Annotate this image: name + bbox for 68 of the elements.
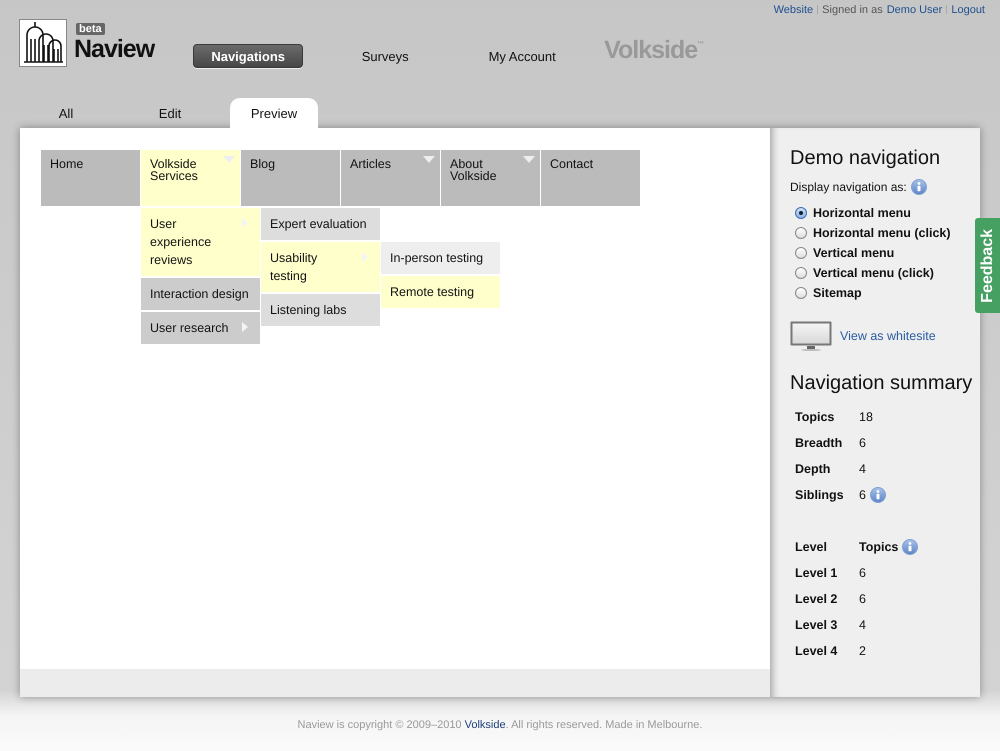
column-header: Topics [859, 539, 898, 556]
app-logo-text: Naview [74, 35, 154, 63]
header-link[interactable]: Website [774, 4, 814, 16]
caret-right-icon [242, 322, 248, 332]
stat-value: 4 [859, 461, 866, 478]
radio-button[interactable] [795, 267, 807, 279]
copyright-text: Naview is copyright © 2009–2010 Volkside. All rights reserved. Made in Melbourne. [298, 719, 702, 731]
table-cell-text: Level 4 [795, 643, 838, 660]
radio-button[interactable] [795, 287, 807, 299]
caret-right-icon [362, 252, 368, 262]
stat-value: 18 [859, 409, 873, 426]
header-link[interactable]: Logout [951, 4, 985, 16]
tab[interactable]: Edit [126, 98, 214, 128]
table-cell-text: 4 [859, 617, 866, 634]
menu-item[interactable]: Contact [541, 150, 640, 206]
table-cell-text: Level 2 [795, 591, 838, 608]
menu-item[interactable]: Articles [341, 150, 440, 206]
beta-badge: beta [76, 23, 105, 35]
radio-label: Vertical menu (click) [813, 266, 934, 280]
caret-down-icon [523, 156, 535, 163]
main-nav-button[interactable]: My Account [467, 44, 578, 68]
whitesite-link[interactable]: View as whitesite [840, 329, 936, 343]
radio-label: Vertical menu [813, 246, 894, 260]
menu-item[interactable]: In-person testing [381, 242, 500, 274]
table-cell-text: Level 3 [795, 617, 838, 634]
menu-item[interactable]: Expert evaluation [261, 208, 380, 240]
radio-button[interactable] [795, 247, 807, 259]
tab[interactable]: Preview [230, 98, 318, 128]
stat-label: Topics [795, 409, 834, 426]
stat-value: 6 [859, 487, 866, 504]
logo-icon [19, 19, 67, 67]
column-header: Level [795, 539, 827, 556]
menu-item[interactable]: Home [41, 150, 140, 206]
panel-heading: Navigation summary [790, 371, 974, 395]
menu-item[interactable]: Volkside Services [141, 150, 240, 206]
caret-right-icon [242, 218, 248, 228]
table-cell-text: Level 1 [795, 565, 838, 582]
table-cell-text: 6 [859, 565, 866, 582]
menu-item[interactable]: About Volkside [441, 150, 540, 206]
table-cell-text: 6 [859, 591, 866, 608]
menu-item[interactable]: Remote testing [381, 276, 500, 308]
menu-item[interactable]: Interaction design [141, 278, 260, 310]
radio-button[interactable] [795, 227, 807, 239]
main-nav-button[interactable]: Surveys [330, 44, 440, 68]
radio-label: Horizontal menu [813, 206, 911, 220]
stat-value: 6 [859, 435, 866, 452]
table-cell-text: 2 [859, 643, 866, 660]
radio-button[interactable] [795, 207, 807, 219]
radio-label: Horizontal menu (click) [813, 226, 951, 240]
stat-label: Depth [795, 461, 830, 478]
monitor-icon [790, 321, 832, 351]
menu-item[interactable]: User research [141, 312, 260, 344]
stat-label: Breadth [795, 435, 842, 452]
caret-down-icon [423, 156, 435, 163]
footer-link[interactable]: Volkside [464, 719, 506, 731]
menu-item[interactable]: Blog [241, 150, 340, 206]
stat-label: Siblings [795, 487, 844, 504]
tab[interactable]: All [22, 98, 110, 128]
menu-item[interactable]: User experience reviews [141, 208, 260, 276]
header-link[interactable]: Demo User [886, 4, 942, 16]
main-nav-button[interactable]: Navigations [193, 44, 304, 68]
field-label: Display navigation as: [790, 180, 907, 194]
signed-in-text: Signed in as [822, 4, 883, 16]
menu-item[interactable]: Usability testing [261, 242, 380, 292]
menu-item[interactable]: Listening labs [261, 294, 380, 326]
caret-down-icon [223, 156, 235, 163]
panel-heading: Demo navigation [790, 146, 942, 170]
radio-label: Sitemap [813, 286, 862, 300]
